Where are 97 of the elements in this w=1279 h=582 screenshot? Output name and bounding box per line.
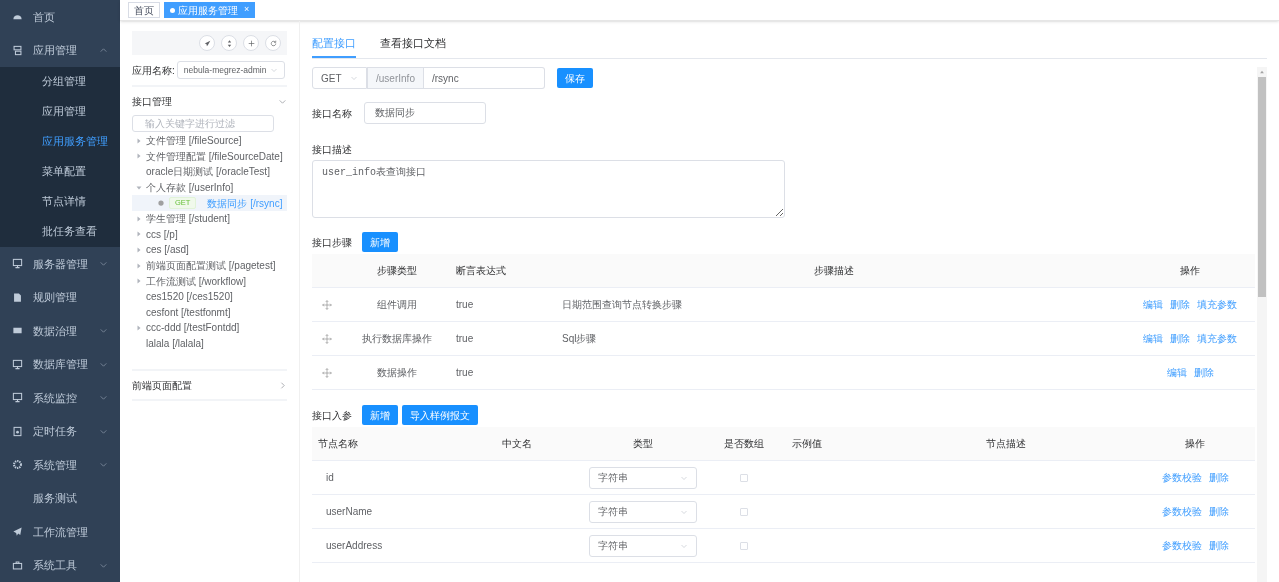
send-button[interactable] <box>199 35 215 51</box>
sidebar-item[interactable]: 系统监控 <box>0 381 120 415</box>
type-select[interactable]: 字符串 <box>589 534 697 557</box>
table-cell-text: true <box>455 366 475 380</box>
tree-item[interactable]: ces [/asd] <box>146 242 189 258</box>
column-header: 步骤类型 <box>376 264 418 278</box>
submenu-item[interactable]: 应用服务管理 <box>0 127 120 157</box>
submenu-item[interactable]: 菜单配置 <box>0 157 120 187</box>
sidebar-item[interactable]: 工作流管理 <box>0 515 120 549</box>
sidebar-item[interactable]: 规则管理 <box>0 280 120 314</box>
tree-item[interactable]: 文件管理 [/fileSource] <box>146 133 242 149</box>
sidebar-item[interactable]: 数据库管理 <box>0 347 120 381</box>
submenu-item[interactable]: 批任务查看 <box>0 217 120 247</box>
column-header: 是否数组 <box>723 437 765 451</box>
monitor-icon <box>12 358 23 370</box>
sidebar-item[interactable]: 数据治理 <box>0 314 120 348</box>
filter-field[interactable]: 输入关键字进行过滤 <box>132 115 274 132</box>
plus-icon <box>246 38 256 48</box>
chevron-right-icon <box>278 380 287 390</box>
calendar-icon <box>12 425 23 437</box>
column-header: 操作 <box>1184 437 1206 451</box>
monitor-icon <box>12 258 23 270</box>
refresh-icon <box>268 38 278 48</box>
app-select[interactable]: nebula-megrez-admin <box>176 61 286 79</box>
submenu-item[interactable]: 节点详情 <box>0 187 120 217</box>
document-icon <box>12 291 23 303</box>
tree-item[interactable]: 文件管理配置 [/fileSourceDate] <box>146 148 283 164</box>
field-label: 应用名称: <box>132 63 175 78</box>
submenu-item[interactable]: 应用管理 <box>0 97 120 127</box>
column-header: 中文名 <box>502 437 533 451</box>
dot-icon <box>158 200 164 207</box>
tab[interactable]: 查看接口文档 <box>380 32 446 58</box>
page-tab[interactable]: 首页 <box>128 2 160 18</box>
column-header: 步骤描述 <box>812 264 855 278</box>
sidebar-item[interactable]: 服务测试 <box>0 481 120 515</box>
toolbox-icon <box>12 559 23 571</box>
tree-item[interactable]: 学生管理 [/student] <box>146 211 230 227</box>
table-cell-text: true <box>455 332 475 346</box>
sidebar-item[interactable]: 系统工具 <box>0 548 120 582</box>
monitor-icon <box>12 392 23 404</box>
server-rack-icon <box>12 44 23 56</box>
table-cell-text: 执行数据库操作 <box>361 332 433 346</box>
sort-button[interactable] <box>221 35 237 51</box>
table-cell-text: Sql步骤 <box>561 332 598 346</box>
path-field[interactable]: /rsync <box>424 67 545 89</box>
drag-handle-icon <box>322 299 332 310</box>
checkbox[interactable] <box>740 507 748 516</box>
sidebar-item[interactable]: 应用管理 <box>0 33 120 67</box>
method-select[interactable]: GET <box>312 67 367 89</box>
column-header: 节点描述 <box>984 437 1027 451</box>
table-cell-text: 组件调用 <box>376 298 418 312</box>
type-select[interactable]: 字符串 <box>589 466 697 489</box>
sidebar-item[interactable]: 系统管理 <box>0 448 120 482</box>
refresh-button[interactable] <box>265 35 281 51</box>
plus-button[interactable] <box>243 35 259 51</box>
section-header[interactable]: 前端页面配置 <box>132 369 287 400</box>
section-title: 接口步骤 <box>312 235 352 250</box>
column-header: 断言表达式 <box>455 264 507 278</box>
field-label: 接口名称 <box>312 106 353 121</box>
tree-item[interactable]: oracle日期测试 [/oracleTest] <box>146 164 270 180</box>
table-cell-text: userName <box>325 505 374 519</box>
checkbox[interactable] <box>740 473 748 482</box>
checkbox[interactable] <box>740 541 748 550</box>
table-cell-text: true <box>455 298 475 312</box>
sidebar-item[interactable]: 定时任务 <box>0 414 120 448</box>
send-icon <box>202 38 212 48</box>
tree-item[interactable]: cesfont [/testfonmt] <box>146 304 231 320</box>
path-prefix: /userInfo <box>367 67 424 89</box>
name-field[interactable]: 数据同步 <box>364 102 486 124</box>
section-title: 接口入参 <box>312 408 352 423</box>
tree-item[interactable]: 工作流测试 [/workflow] <box>146 273 246 289</box>
section-header[interactable]: 接口管理 <box>132 85 287 115</box>
submenu-item[interactable]: 分组管理 <box>0 67 120 97</box>
drag-handle-icon <box>322 367 332 378</box>
type-select[interactable]: 字符串 <box>589 500 697 523</box>
tree-item[interactable]: lalala [/lalala] <box>146 336 204 351</box>
paper-plane-icon <box>12 526 23 538</box>
tree-item[interactable]: 个人存款 [/userInfo] <box>146 180 234 196</box>
column-header: 节点名称 <box>317 437 359 451</box>
drag-handle-icon <box>322 333 332 344</box>
tree-item[interactable]: ces1520 [/ces1520] <box>146 289 233 305</box>
scrollbar-thumb[interactable] <box>1258 77 1266 297</box>
gear-icon <box>12 459 23 471</box>
tree-item[interactable]: 前端页面配置测试 [/pagetest] <box>146 258 276 274</box>
column-header: 类型 <box>632 437 654 451</box>
column-header: 操作 <box>1179 264 1201 278</box>
column-header: 示例值 <box>791 437 823 451</box>
table-cell-text: 数据操作 <box>376 366 418 380</box>
description-field[interactable]: user_info表查询接口 <box>312 160 785 218</box>
table-cell-text: userAddress <box>325 539 384 553</box>
table-cell-text: id <box>325 471 335 485</box>
sidebar-item[interactable]: 服务器管理 <box>0 247 120 281</box>
tree-item[interactable]: ccc-ddd [/testFontdd] <box>146 320 240 336</box>
field-label: 接口描述 <box>312 143 353 157</box>
tree-item[interactable]: ccs [/p] <box>146 226 178 242</box>
sidebar-item[interactable]: 首页 <box>0 0 120 34</box>
table-cell-text: 日期范围查询节点转换步骤 <box>561 298 683 312</box>
